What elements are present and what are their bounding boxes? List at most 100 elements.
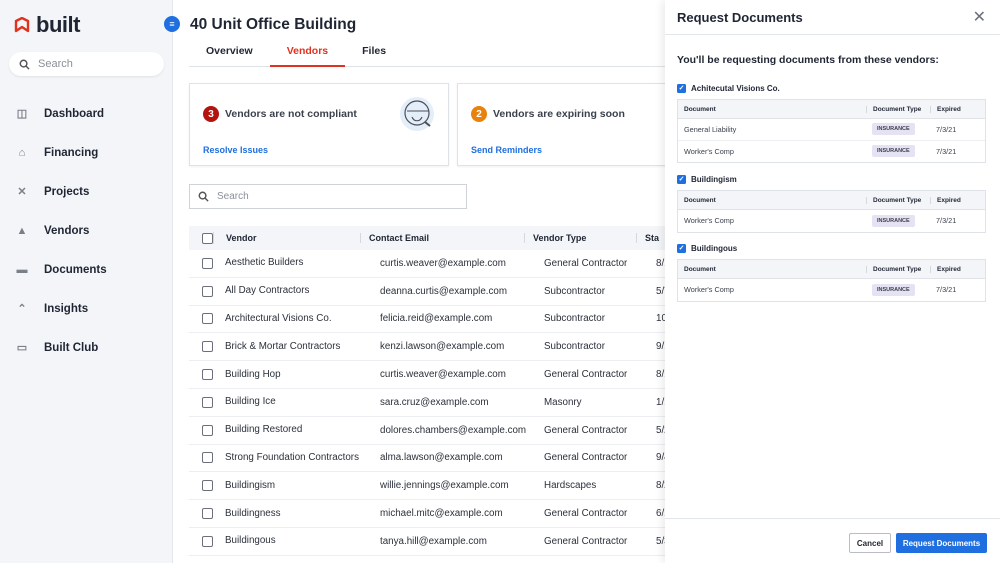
col-document: Document — [684, 196, 716, 204]
col-vendor[interactable]: Vendor — [213, 232, 360, 244]
start-date: 10/ — [656, 313, 665, 325]
row-checkbox[interactable] — [201, 508, 213, 520]
collapse-sidebar-button[interactable]: ≡ — [164, 16, 180, 32]
vendor-name: Building Restored — [225, 424, 303, 436]
row-checkbox[interactable] — [201, 285, 213, 297]
contact-email: alma.lawson@example.com — [380, 452, 503, 464]
select-all-checkbox[interactable] — [201, 232, 213, 244]
panel-title: Request Documents — [665, 0, 1000, 35]
contact-email: willie.jennings@example.com — [380, 480, 509, 492]
sidebar-item-dashboard[interactable]: ◫ Dashboard — [0, 94, 173, 133]
contact-email: curtis.weaver@example.com — [380, 369, 506, 381]
sidebar-search-input[interactable]: Search — [9, 52, 164, 76]
logo-text: built — [36, 12, 80, 37]
row-checkbox[interactable] — [201, 341, 213, 353]
request-documents-button[interactable]: Request Documents — [896, 533, 987, 553]
built-logo[interactable]: built — [14, 12, 80, 38]
vendor-search-input[interactable]: Search — [189, 184, 467, 209]
resolve-issues-link[interactable]: Resolve Issues — [203, 145, 268, 155]
row-checkbox[interactable] — [201, 480, 213, 492]
table-header: Vendor Contact Email Vendor Type Sta — [189, 226, 665, 250]
table-row[interactable]: Strong Foundation Contractors alma.lawson… — [189, 445, 665, 473]
sidebar-item-financing[interactable]: ⌂ Financing — [0, 133, 173, 172]
table-row[interactable]: Architectural Visions Co. felicia.reid@ex… — [189, 306, 665, 334]
tab-vendors[interactable]: Vendors — [269, 40, 346, 67]
table-row[interactable]: Buildingous tanya.hill@example.com General… — [189, 528, 665, 556]
vendor-group: ✓ Buildingous Document Document Type Expired… — [677, 241, 986, 302]
table-row[interactable]: Buildingism willie.jennings@example.com Ha… — [189, 472, 665, 501]
vendor-type: Subcontractor — [544, 313, 605, 325]
vendor-checkbox[interactable]: ✓ — [677, 174, 686, 184]
dashboard-icon: ◫ — [16, 108, 28, 120]
vendor-name: Buildingous — [225, 535, 276, 547]
hardhat-icon: ▲ — [16, 224, 28, 237]
row-checkbox[interactable] — [201, 257, 213, 269]
document-name: Worker's Comp — [684, 285, 734, 295]
panel-footer: Cancel Request Documents — [665, 518, 1000, 563]
contact-email: dolores.chambers@example.com — [380, 424, 527, 436]
contact-email: felicia.reid@example.com — [380, 313, 493, 325]
vendor-type: Masonry — [544, 396, 582, 408]
table-row[interactable]: Brick & Mortar Contractors kenzi.lawson@e… — [189, 333, 665, 362]
sidebar-item-documents[interactable]: ▬ Documents — [0, 250, 173, 289]
vendor-checkbox[interactable]: ✓ — [677, 243, 686, 253]
table-row[interactable]: All Day Contractors deanna.curtis@example… — [189, 278, 665, 306]
sidebar-item-label: Insights — [44, 302, 89, 315]
table-row[interactable]: Building Ice sara.cruz@example.com Masonry… — [189, 389, 665, 417]
document-type-badge: INSURANCE — [872, 214, 915, 227]
vendor-type: Subcontractor — [544, 285, 605, 297]
start-date: 5/7 — [656, 285, 665, 297]
search-placeholder: Search — [38, 58, 73, 70]
row-checkbox[interactable] — [201, 424, 213, 436]
contact-email: curtis.weaver@example.com — [380, 257, 506, 269]
contact-email: sara.cruz@example.com — [380, 396, 489, 408]
start-date: 8/2 — [656, 480, 665, 492]
built-logo-icon — [14, 17, 30, 33]
vendor-checkbox[interactable]: ✓ — [677, 83, 686, 93]
row-checkbox[interactable] — [201, 452, 213, 464]
document-row: General Liability INSURANCE 7/3/21 — [678, 119, 985, 141]
col-email[interactable]: Contact Email — [360, 233, 524, 243]
col-type[interactable]: Vendor Type — [524, 233, 636, 243]
count-badge: 2 — [471, 106, 487, 122]
document-row: Worker's Comp INSURANCE 7/3/21 — [678, 210, 985, 232]
row-checkbox[interactable] — [201, 313, 213, 325]
vendor-type: General Contractor — [544, 508, 628, 520]
vendor-name: Strong Foundation Contractors — [225, 451, 359, 463]
vendor-type: Hardscapes — [544, 480, 597, 492]
col-document: Document — [684, 265, 716, 273]
tab-overview[interactable]: Overview — [189, 40, 270, 67]
tab-files[interactable]: Files — [345, 40, 403, 67]
sidebar-item-label: Financing — [44, 146, 99, 159]
vendor-type: General Contractor — [544, 452, 628, 464]
sidebar-item-label: Dashboard — [44, 107, 105, 120]
table-row[interactable]: Building Restored dolores.chambers@exampl… — [189, 417, 665, 445]
send-reminders-link[interactable]: Send Reminders — [471, 145, 542, 155]
panel-intro: You'll be requesting documents from thes… — [677, 54, 939, 66]
row-checkbox[interactable] — [201, 369, 213, 381]
vendor-name: Brick & Mortar Contractors — [225, 340, 341, 352]
card-text: Vendors are expiring soon — [493, 108, 625, 120]
table-row[interactable]: Aesthetic Builders curtis.weaver@example.… — [189, 250, 665, 278]
close-icon[interactable]: ✕ — [973, 7, 986, 27]
document-name: Worker's Comp — [684, 216, 734, 226]
col-expired: Expired — [930, 196, 985, 204]
expiring-card: 2 Vendors are expiring soon Send Reminder… — [457, 83, 677, 166]
start-date: 5/3 — [656, 535, 665, 547]
col-start[interactable]: Sta — [636, 233, 665, 243]
contact-email: kenzi.lawson@example.com — [380, 341, 505, 353]
col-document-type: Document Type — [866, 196, 930, 204]
start-date: 9/4 — [656, 452, 665, 464]
sidebar-item-built-club[interactable]: ▭ Built Club — [0, 328, 173, 367]
contact-email: tanya.hill@example.com — [380, 535, 487, 547]
table-row[interactable]: Building Hop curtis.weaver@example.com Gen… — [189, 361, 665, 389]
sidebar-item-vendors[interactable]: ▲ Vendors — [0, 211, 173, 250]
table-row[interactable]: Buildingness michael.mitc@example.com Gene… — [189, 500, 665, 528]
sidebar-item-insights[interactable]: ⌃ Insights — [0, 289, 173, 328]
document-type-badge: INSURANCE — [872, 283, 915, 296]
row-checkbox[interactable] — [201, 535, 213, 547]
row-checkbox[interactable] — [201, 396, 213, 408]
insights-icon: ⌃ — [17, 303, 27, 315]
sidebar-item-projects[interactable]: ✕ Projects — [0, 172, 173, 211]
cancel-button[interactable]: Cancel — [849, 533, 891, 553]
